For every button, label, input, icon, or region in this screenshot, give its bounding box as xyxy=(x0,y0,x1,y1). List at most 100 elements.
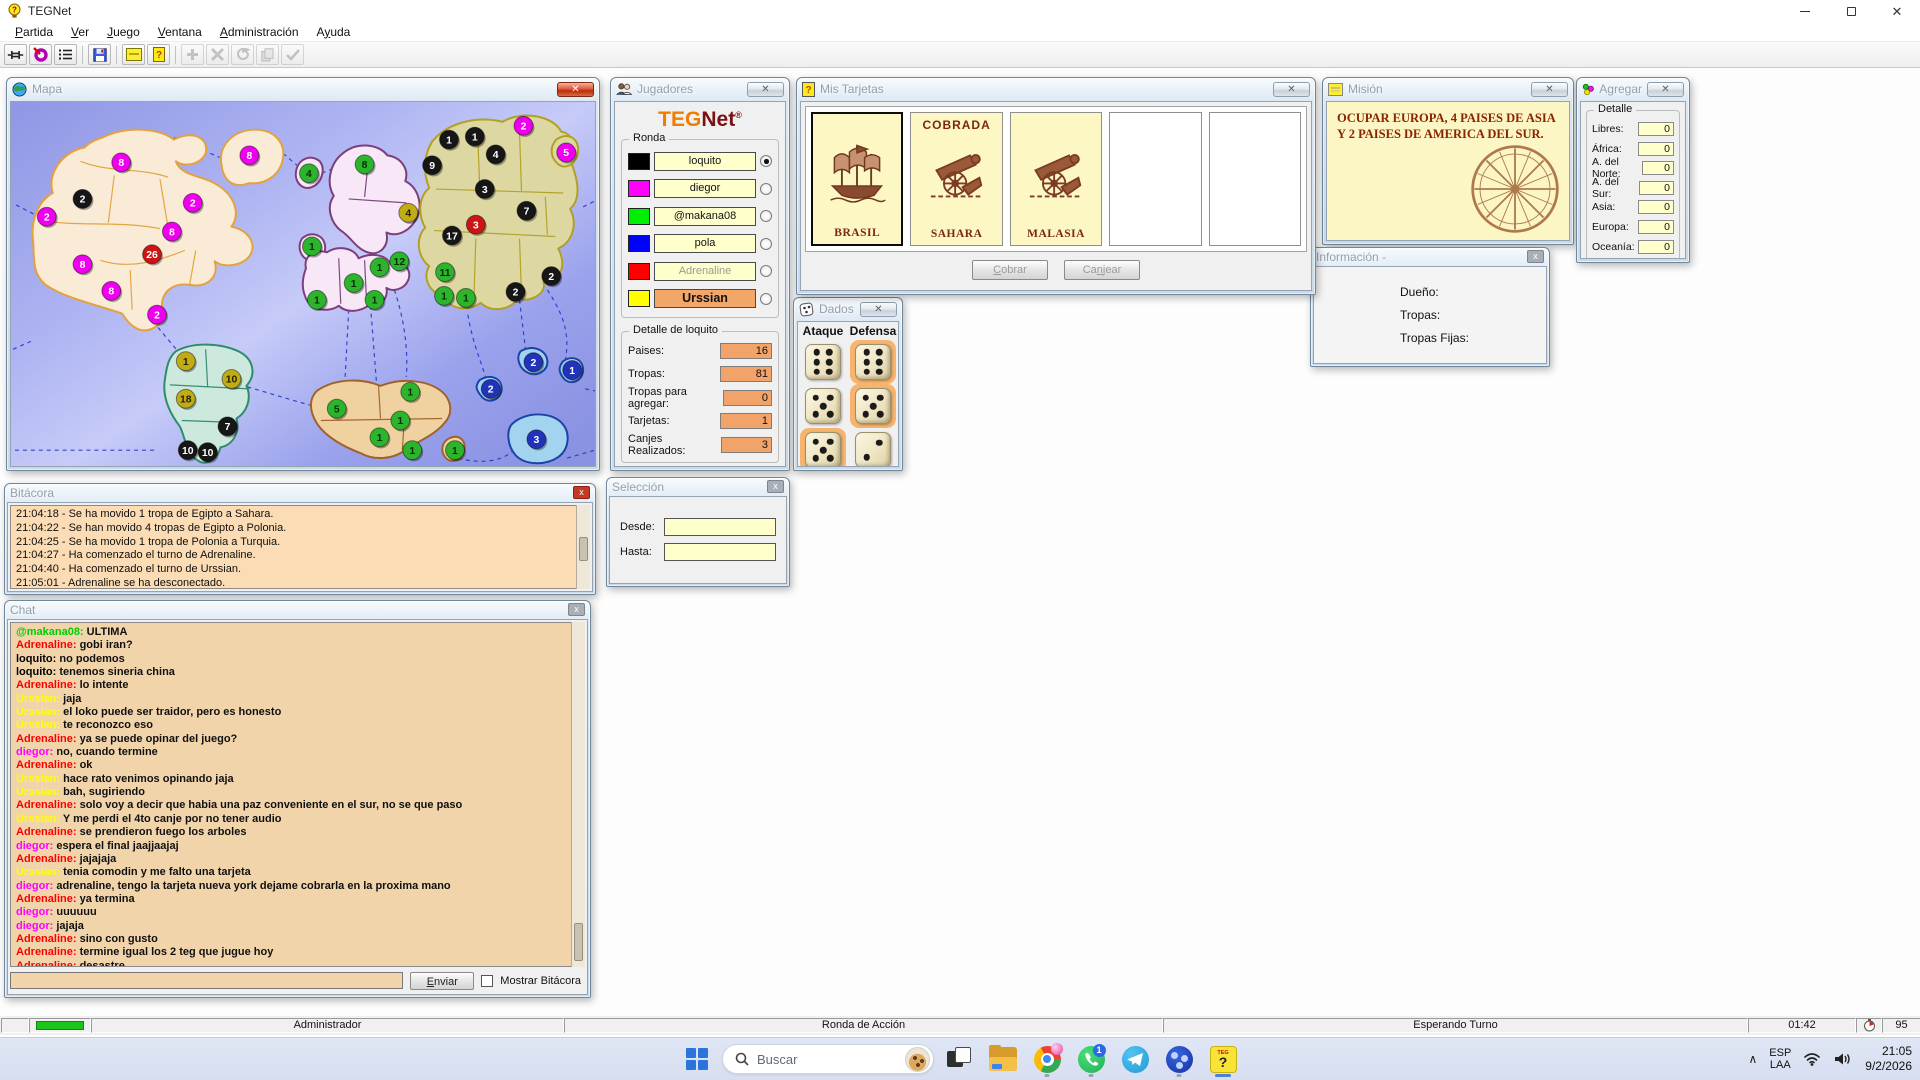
whatsapp-button[interactable]: 1 xyxy=(1072,1040,1110,1078)
menu-ayuda[interactable]: Ayuda xyxy=(308,23,360,41)
menu-juego[interactable]: Juego xyxy=(98,23,149,41)
save-button[interactable] xyxy=(88,44,111,65)
jugadores-close-button[interactable]: ✕ xyxy=(747,81,784,97)
mapa-close-button[interactable]: ✕ xyxy=(557,81,594,97)
player-name: Adrenaline xyxy=(654,261,756,281)
tegnet-taskbar-button[interactable]: TEG? xyxy=(1204,1040,1242,1078)
status-panel-administrador: Administrador xyxy=(91,1018,564,1033)
agregar-close-button[interactable]: ✕ xyxy=(1647,81,1684,97)
hasta-input[interactable] xyxy=(663,543,776,561)
chat-message: loquito: no podemos xyxy=(16,653,579,666)
desde-input[interactable] xyxy=(663,518,776,536)
bitacora-titlebar[interactable]: Bitácora x xyxy=(5,484,595,501)
player-radio[interactable] xyxy=(760,155,772,167)
server-list-button[interactable] xyxy=(54,44,77,65)
svg-text:7: 7 xyxy=(524,207,530,218)
svg-text:4: 4 xyxy=(405,209,411,220)
player-name: diegor xyxy=(654,179,756,198)
card-malasia[interactable]: MALASIA xyxy=(1009,112,1103,246)
menu-ventana[interactable]: Ventana xyxy=(149,23,211,41)
svg-text:2: 2 xyxy=(521,122,527,133)
connect-button[interactable] xyxy=(4,44,27,65)
mission-note-button[interactable] xyxy=(122,44,145,65)
player-radio[interactable] xyxy=(760,237,772,250)
tarjetas-close-button[interactable]: ✕ xyxy=(1273,81,1310,97)
chat-message: Adrenaline: sino con gusto xyxy=(16,933,579,946)
player-radio[interactable] xyxy=(760,210,772,222)
wifi-icon[interactable] xyxy=(1803,1052,1821,1066)
cannon-art-icon xyxy=(925,146,989,207)
game-app-button[interactable] xyxy=(1160,1040,1198,1078)
informacion-close-button[interactable]: x xyxy=(1527,250,1544,263)
language-indicator[interactable]: ESP LAA xyxy=(1769,1047,1791,1072)
chat-author: Adrenaline: xyxy=(16,679,80,692)
card-brasil[interactable]: BRASIL xyxy=(811,112,904,246)
search-box[interactable]: Buscar xyxy=(722,1044,934,1074)
mision-titlebar[interactable]: Misión ✕ xyxy=(1323,78,1573,100)
ship-art-icon xyxy=(825,141,889,212)
canjear-button[interactable]: Canjear xyxy=(1064,260,1140,280)
region-label: Oceanía: xyxy=(1592,240,1635,253)
close-button[interactable]: ✕ xyxy=(1874,0,1920,22)
svg-text:17: 17 xyxy=(446,231,458,242)
dados-titlebar[interactable]: Dados ✕ xyxy=(794,298,902,320)
cards-help-button[interactable]: ? xyxy=(147,44,170,65)
cobrar-button[interactable]: Cobrar xyxy=(972,260,1048,280)
show-log-checkbox-label: Mostrar Bitácora xyxy=(500,974,581,987)
chat-author: Urssian: xyxy=(16,692,64,705)
card-slot-empty[interactable] xyxy=(1208,112,1301,246)
show-log-checkbox[interactable] xyxy=(481,974,494,987)
regroup-icon xyxy=(236,48,250,60)
chat-author: Adrenaline: xyxy=(16,852,80,865)
chat-titlebar[interactable]: Chat x xyxy=(5,601,590,618)
clock-date[interactable]: 21:05 9/2/2026 xyxy=(1865,1044,1912,1074)
task-view-button-button[interactable] xyxy=(940,1040,978,1078)
mision-close-button[interactable]: ✕ xyxy=(1531,81,1568,97)
player-radio[interactable] xyxy=(760,265,772,277)
defense-column-header: Defensa xyxy=(849,324,897,338)
chat-scrollbar[interactable] xyxy=(571,622,585,967)
tray-chevron-icon[interactable]: ∧ xyxy=(1748,1052,1757,1066)
timer-icon xyxy=(1863,1019,1875,1032)
svg-text:1: 1 xyxy=(183,357,189,368)
log-entry: 21:04:40 - Ha comenzado el turno de Urss… xyxy=(16,563,242,576)
speaker-icon[interactable] xyxy=(1833,1052,1853,1066)
menu-partida[interactable]: Partida xyxy=(6,23,62,41)
attack-icon xyxy=(211,48,224,61)
seleccion-close-button[interactable]: x xyxy=(767,480,784,493)
svg-text:10: 10 xyxy=(182,446,194,457)
player-radio[interactable] xyxy=(760,182,772,195)
tarjetas-titlebar[interactable]: ? Mis Tarjetas ✕ xyxy=(797,78,1315,100)
card-slot-empty[interactable] xyxy=(1109,112,1202,246)
menu-ver[interactable]: Ver xyxy=(62,23,98,41)
informacion-titlebar[interactable]: Información - x xyxy=(1311,248,1549,265)
file-explorer-button[interactable] xyxy=(984,1040,1022,1078)
chat-message: diegor: espera el final jaajjaajaj xyxy=(16,840,579,853)
chat-message: loquito: tenemos sineria china xyxy=(16,666,579,679)
start-button-button[interactable] xyxy=(678,1040,716,1078)
seleccion-titlebar[interactable]: Selección x xyxy=(607,478,789,495)
chat-text: termine igual los 2 teg que jugue hoy xyxy=(79,946,274,959)
bitacora-scrollbar[interactable] xyxy=(576,505,590,589)
player-name: @makana08 xyxy=(654,206,756,226)
agregar-titlebar[interactable]: Agregar ✕ xyxy=(1577,78,1689,100)
svg-text:5: 5 xyxy=(563,148,569,159)
chat-input[interactable] xyxy=(10,972,404,989)
card-sahara[interactable]: COBRADA SAHARA xyxy=(910,112,1003,246)
bitacora-close-button[interactable]: x xyxy=(573,486,590,499)
minimize-button[interactable] xyxy=(1782,0,1828,22)
telegram-button[interactable] xyxy=(1116,1040,1154,1078)
detail-label: Paises: xyxy=(628,344,665,357)
chrome-button[interactable] xyxy=(1028,1040,1066,1078)
region-row: A. del Norte: 0 xyxy=(1592,156,1674,180)
chat-input-row: Enviar Mostrar Bitácora xyxy=(10,969,585,992)
dados-close-button[interactable]: ✕ xyxy=(860,301,897,317)
send-button[interactable]: Enviar xyxy=(410,971,475,990)
chat-close-button[interactable]: x xyxy=(568,603,585,616)
menu-administración[interactable]: Administración xyxy=(211,23,308,41)
disconnect-button[interactable] xyxy=(29,44,52,65)
mapa-titlebar[interactable]: Mapa ✕ xyxy=(7,78,599,100)
jugadores-titlebar[interactable]: Jugadores ✕ xyxy=(611,78,789,100)
maximize-button[interactable] xyxy=(1828,0,1874,22)
player-radio[interactable] xyxy=(760,292,772,305)
